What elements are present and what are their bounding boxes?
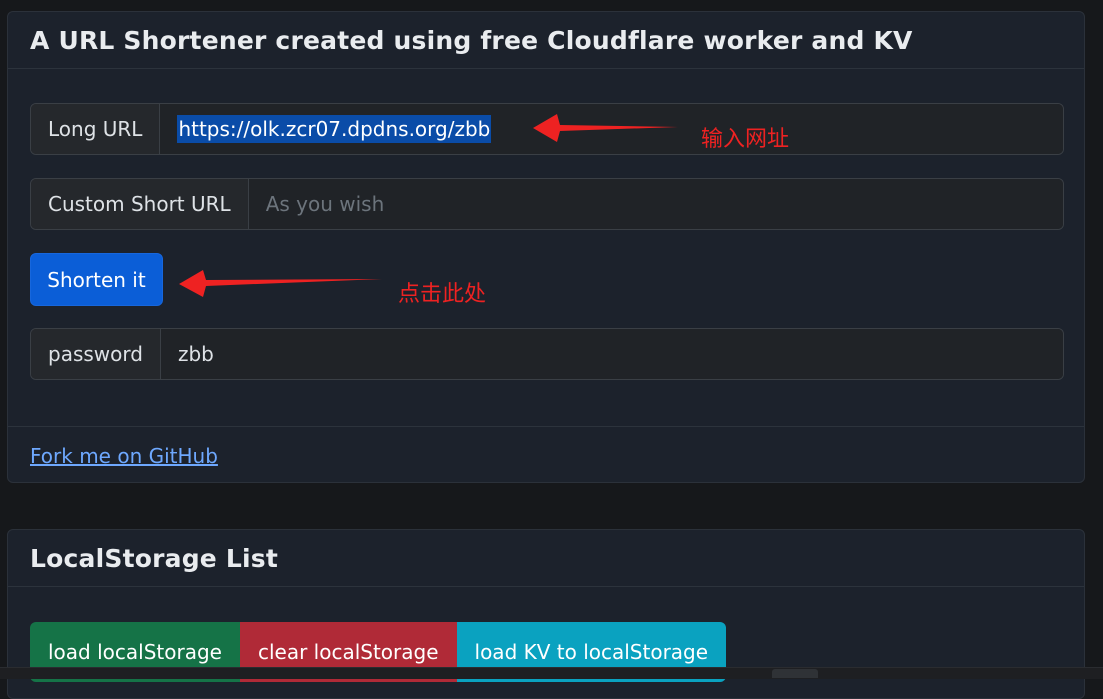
card-title: A URL Shortener created using free Cloud… bbox=[8, 12, 1084, 69]
password-value: zbb bbox=[177, 342, 214, 366]
click-here-annotation: 点击此处 bbox=[398, 282, 487, 307]
long-url-label: Long URL bbox=[31, 104, 161, 154]
long-url-group: Long URL https://olk.zcr07.dpdns.org/zbb bbox=[30, 103, 1064, 155]
custom-short-url-label: Custom Short URL bbox=[31, 179, 249, 229]
card-footer: Fork me on GitHub bbox=[8, 426, 1084, 484]
github-link[interactable]: Fork me on GitHub bbox=[30, 444, 218, 468]
custom-short-url-placeholder: As you wish bbox=[265, 192, 385, 216]
shortener-card: A URL Shortener created using free Cloud… bbox=[7, 11, 1085, 483]
long-url-value: https://olk.zcr07.dpdns.org/zbb bbox=[177, 115, 492, 143]
input-url-annotation: 输入网址 bbox=[701, 127, 790, 152]
custom-short-url-input[interactable]: As you wish bbox=[248, 179, 1063, 229]
password-input[interactable]: zbb bbox=[160, 329, 1063, 379]
custom-short-url-group: Custom Short URL As you wish bbox=[30, 178, 1064, 230]
local-storage-title: LocalStorage List bbox=[8, 530, 1084, 587]
scrollbar-thumb[interactable] bbox=[772, 669, 818, 678]
shorten-button[interactable]: Shorten it bbox=[30, 253, 163, 306]
horizontal-scrollbar[interactable] bbox=[0, 667, 1103, 679]
password-group: password zbb bbox=[30, 328, 1064, 380]
long-url-input[interactable]: https://olk.zcr07.dpdns.org/zbb bbox=[160, 104, 1063, 154]
password-label: password bbox=[31, 329, 161, 379]
